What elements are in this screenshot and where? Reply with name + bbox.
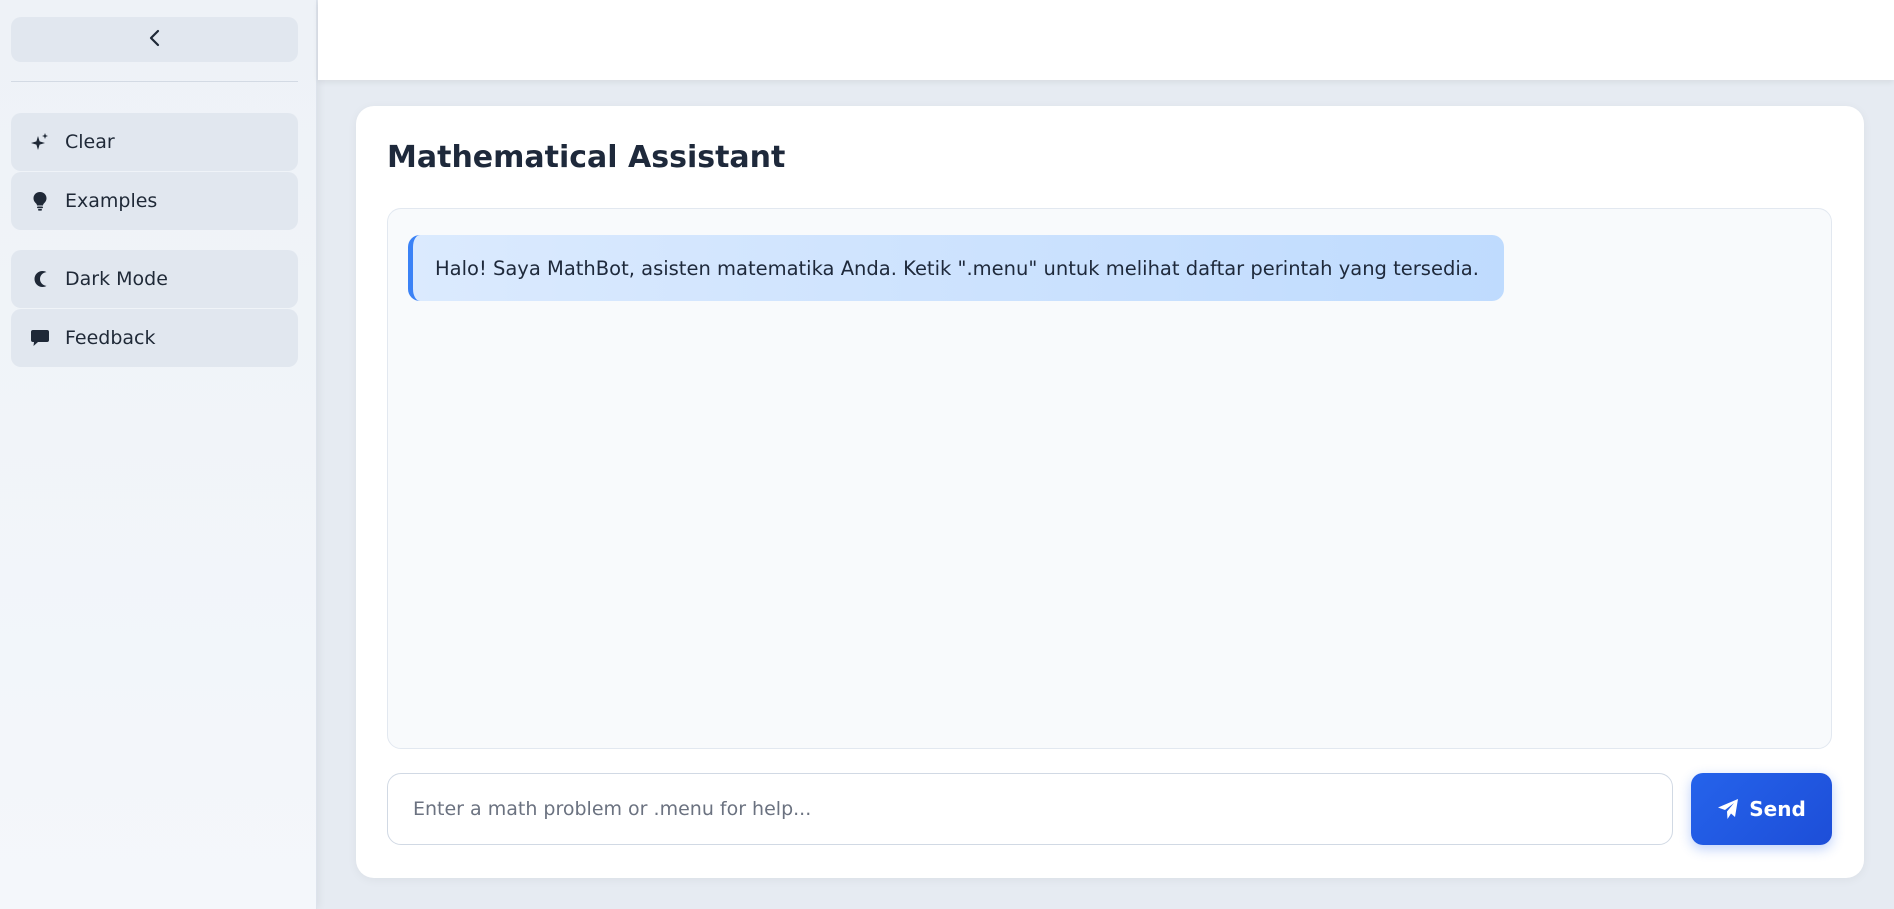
send-label: Send — [1749, 797, 1806, 821]
math-input[interactable] — [387, 773, 1673, 845]
bot-message-text: Halo! Saya MathBot, asisten matematika A… — [435, 256, 1479, 280]
sparkles-icon — [29, 131, 51, 153]
feedback-label: Feedback — [65, 327, 156, 349]
chat-messages-area[interactable]: Halo! Saya MathBot, asisten matematika A… — [387, 208, 1832, 749]
clear-label: Clear — [65, 131, 115, 153]
clear-button[interactable]: Clear — [11, 113, 298, 171]
send-button[interactable]: Send — [1691, 773, 1832, 845]
collapse-sidebar-button[interactable] — [11, 17, 298, 62]
sidebar-divider — [11, 81, 298, 82]
bot-message: Halo! Saya MathBot, asisten matematika A… — [408, 235, 1504, 301]
examples-label: Examples — [65, 190, 158, 212]
dark-mode-label: Dark Mode — [65, 268, 168, 290]
moon-icon — [29, 268, 51, 290]
top-bar — [318, 0, 1894, 80]
paper-plane-icon — [1717, 798, 1739, 820]
sidebar: Clear Examples Dark Mode Feedback — [0, 0, 317, 909]
lightbulb-icon — [29, 190, 51, 212]
comment-icon — [29, 327, 51, 349]
page-title: Mathematical Assistant — [387, 140, 786, 175]
chevron-left-icon — [148, 29, 162, 51]
examples-button[interactable]: Examples — [11, 172, 298, 230]
feedback-button[interactable]: Feedback — [11, 309, 298, 367]
dark-mode-button[interactable]: Dark Mode — [11, 250, 298, 308]
chat-card: Mathematical Assistant Halo! Saya MathBo… — [356, 106, 1864, 878]
